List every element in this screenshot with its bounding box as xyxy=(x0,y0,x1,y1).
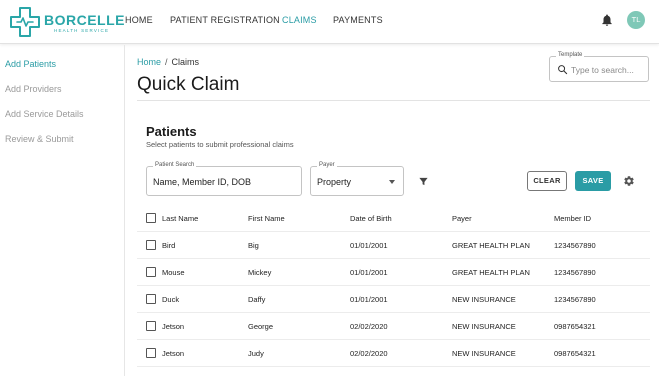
nav-home[interactable]: HOME xyxy=(125,15,153,25)
breadcrumb-current: Claims xyxy=(171,57,200,67)
payer-select[interactable]: Payer Property xyxy=(310,162,404,196)
cell-last-name: Bird xyxy=(162,241,176,250)
medical-cross-logo-icon xyxy=(10,7,40,37)
select-all-checkbox[interactable] xyxy=(146,213,156,223)
cell-payer: NEW INSURANCE xyxy=(452,349,516,358)
nav-claims[interactable]: CLAIMS xyxy=(282,15,317,25)
sidebar-item-add-providers[interactable]: Add Providers xyxy=(5,84,62,94)
cell-date-of-birth: 02/02/2020 xyxy=(350,322,388,331)
cell-date-of-birth: 01/01/2001 xyxy=(350,268,388,277)
search-icon xyxy=(558,65,568,75)
cell-date-of-birth: 01/01/2001 xyxy=(350,295,388,304)
cell-last-name: Mouse xyxy=(162,268,185,277)
chevron-down-icon xyxy=(389,180,395,184)
sidebar-item-add-patients[interactable]: Add Patients xyxy=(5,59,56,69)
cell-first-name: George xyxy=(248,322,274,331)
cell-first-name: Judy xyxy=(248,349,264,358)
column-header-date-of-birth[interactable]: Date of Birth xyxy=(350,214,392,223)
breadcrumb-home-link[interactable]: Home xyxy=(137,57,161,67)
brand-tagline: HEALTH SERVICE xyxy=(54,28,110,33)
nav-patient-registration[interactable]: PATIENT REGISTRATION xyxy=(170,15,280,25)
row-checkbox[interactable] xyxy=(146,321,156,331)
breadcrumb-separator: / xyxy=(165,57,168,67)
template-search-input[interactable] xyxy=(571,63,645,76)
breadcrumb: Home / Claims xyxy=(137,57,199,67)
row-checkbox[interactable] xyxy=(146,294,156,304)
patient-search-field[interactable]: Patient Search Name, Member ID, DOB xyxy=(146,162,302,196)
bell-icon[interactable] xyxy=(600,13,614,27)
brand-logo[interactable]: BORCELLE HEALTH SERVICE xyxy=(8,5,125,39)
template-label: Template xyxy=(556,52,585,58)
patients-section-subtitle: Select patients to submit professional c… xyxy=(146,140,294,149)
save-button[interactable]: SAVE xyxy=(575,171,611,191)
cell-last-name: Jetson xyxy=(162,349,185,358)
payer-selected-value: Property xyxy=(317,177,352,187)
row-checkbox[interactable] xyxy=(146,267,156,277)
cell-member-id: 0987654321 xyxy=(554,349,596,358)
cell-payer: GREAT HEALTH PLAN xyxy=(452,241,530,250)
cell-first-name: Big xyxy=(248,241,259,250)
template-search-field[interactable]: Template xyxy=(549,52,649,82)
column-header-member-id[interactable]: Member ID xyxy=(554,214,591,223)
cell-payer: NEW INSURANCE xyxy=(452,295,516,304)
cell-member-id: 1234567890 xyxy=(554,268,596,277)
patient-search-label: Patient Search xyxy=(153,162,197,168)
cell-payer: NEW INSURANCE xyxy=(452,322,516,331)
column-header-payer[interactable]: Payer xyxy=(452,214,472,223)
cell-payer: GREAT HEALTH PLAN xyxy=(452,268,530,277)
cell-date-of-birth: 02/02/2020 xyxy=(350,349,388,358)
top-navigation-bar: BORCELLE HEALTH SERVICE HOME PATIENT REG… xyxy=(0,0,659,44)
brand-name: BORCELLE xyxy=(44,12,125,28)
patients-section-title: Patients xyxy=(146,124,197,139)
gear-icon[interactable] xyxy=(623,175,635,187)
clear-button[interactable]: CLEAR xyxy=(527,171,567,191)
title-divider xyxy=(137,100,650,101)
cell-last-name: Jetson xyxy=(162,322,185,331)
table-row[interactable]: Jetson Judy 02/02/2020 NEW INSURANCE 098… xyxy=(137,340,650,367)
nav-payments[interactable]: PAYMENTS xyxy=(333,15,383,25)
cell-member-id: 1234567890 xyxy=(554,295,596,304)
sidebar-item-add-service-details[interactable]: Add Service Details xyxy=(5,109,84,119)
table-row[interactable]: Bird Big 01/01/2001 GREAT HEALTH PLAN 12… xyxy=(137,232,650,259)
claim-steps-sidebar: Add Patients Add Providers Add Service D… xyxy=(0,45,125,376)
patients-table: Last Name First Name Date of Birth Payer… xyxy=(137,205,650,367)
column-header-first-name[interactable]: First Name xyxy=(248,214,285,223)
cell-date-of-birth: 01/01/2001 xyxy=(350,241,388,250)
table-row[interactable]: Duck Daffy 01/01/2001 NEW INSURANCE 1234… xyxy=(137,286,650,313)
payer-label: Payer xyxy=(317,162,337,168)
cell-first-name: Mickey xyxy=(248,268,272,277)
cell-first-name: Daffy xyxy=(248,295,266,304)
table-header-row: Last Name First Name Date of Birth Payer… xyxy=(137,205,650,232)
cell-last-name: Duck xyxy=(162,295,180,304)
column-header-last-name[interactable]: Last Name xyxy=(162,214,198,223)
user-avatar[interactable]: TL xyxy=(627,11,645,29)
cell-member-id: 1234567890 xyxy=(554,241,596,250)
patient-search-input[interactable]: Name, Member ID, DOB xyxy=(153,177,251,187)
table-row[interactable]: Jetson George 02/02/2020 NEW INSURANCE 0… xyxy=(137,313,650,340)
table-row[interactable]: Mouse Mickey 01/01/2001 GREAT HEALTH PLA… xyxy=(137,259,650,286)
cell-member-id: 0987654321 xyxy=(554,322,596,331)
page-title: Quick Claim xyxy=(137,74,240,95)
row-checkbox[interactable] xyxy=(146,240,156,250)
row-checkbox[interactable] xyxy=(146,348,156,358)
filter-icon[interactable] xyxy=(418,176,429,187)
sidebar-item-review-submit[interactable]: Review & Submit xyxy=(5,134,74,144)
